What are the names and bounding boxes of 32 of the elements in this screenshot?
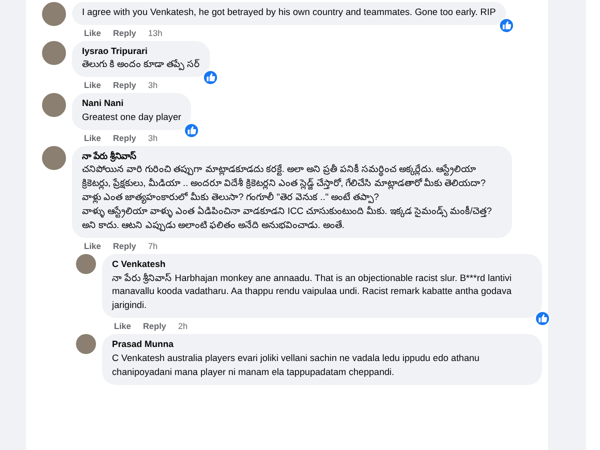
comment-time[interactable]: 7h xyxy=(148,240,158,254)
like-link[interactable]: Like xyxy=(84,240,102,254)
like-link[interactable]: Like xyxy=(84,79,102,94)
avatar xyxy=(42,40,66,65)
avatar xyxy=(76,334,96,354)
avatar xyxy=(76,254,96,274)
like-link[interactable]: Like xyxy=(84,26,102,41)
comment-text: నా పేరు శ్రీనివాస్ Harbhajan monkey ane annaadu. That is an objectionable racist slur. B***rd lantivi manavallu kooda vadatharu. Aa thappu rendu vaipulaa undi. Racist remark kabatte antha godava jarigindi. xyxy=(112,272,513,312)
like-link[interactable]: Like xyxy=(114,320,132,334)
reply-link[interactable]: Reply xyxy=(113,132,136,146)
comment-author[interactable]: Prasad Munna xyxy=(112,338,532,352)
avatar xyxy=(42,2,66,26)
comment-text: Greatest one day player xyxy=(82,110,182,124)
avatar xyxy=(42,146,66,170)
comment-time[interactable]: 13h xyxy=(148,26,162,41)
comment-author[interactable]: Iysrao Tripurari xyxy=(82,44,200,58)
comment-time[interactable]: 2h xyxy=(178,320,188,334)
avatar xyxy=(42,93,66,118)
comment-text: చనిపోయిన వారి గురించి తప్పుగా మాట్లాడకూడదు కరక్టే. అలా అని ప్రతీ పనికీ సమర్థించ అక్కర్లేదు. ఆస్ట్రేలియా క్రికెటర్లు, ప్రేక్షకులు, మీడియా .. అందరూ విదేశీ క్రికెటర్లని ఎంత స్లెడ్జ్ చేస్తారో, గేలిచేసి మాట్లాడతారో మీకు తెలియదా? వాళ్లు ఎంత జాత్యహంకారులో మీకు తెలుసా? గంగూలీ "తెర వెనుక .." అంటే తప్పా? వాళ్ళు ఆస్ట్రేలియా వాళ్ళు ఎంత ఏడిపించినా వాడకూడని ICC చూసుకుంటుంది మీకు. ఇక్కడ సైమండ్స్ మంకీ/చెత్త? అని కాదు. ఆటని ఎప్పుడు అలాంటి ఫలితం అనేది అనుభవించాడు. అంతే. xyxy=(82,163,493,233)
comment-author[interactable]: C Venkatesh xyxy=(112,258,532,272)
comment-author[interactable]: నా పేరు శ్రీనివాస్ xyxy=(82,150,502,164)
comment-text: తెలుగు కి అందం కూడా తప్పే సర్ xyxy=(82,58,200,72)
reply-link[interactable]: Reply xyxy=(113,240,136,254)
comment-text: I agree with you Venkatesh, he got betrayed by his own country and teammates. Gone too early. RIP xyxy=(82,6,496,19)
comment-text: C Venkatesh australia players evari joliki vellani sachin ne vadala ledu ippudu edo athanu chanipoyadani mana player ni manam ela tappupadatam cheppandi. xyxy=(112,352,480,379)
reply-link[interactable]: Reply xyxy=(143,320,166,334)
comment-time[interactable]: 3h xyxy=(148,132,158,146)
like-link[interactable]: Like xyxy=(84,132,102,146)
reply-link[interactable]: Reply xyxy=(113,79,136,94)
reply-link[interactable]: Reply xyxy=(113,26,136,41)
comment-author[interactable]: Nani Nani xyxy=(82,97,182,111)
comment-time[interactable]: 3h xyxy=(148,79,158,94)
